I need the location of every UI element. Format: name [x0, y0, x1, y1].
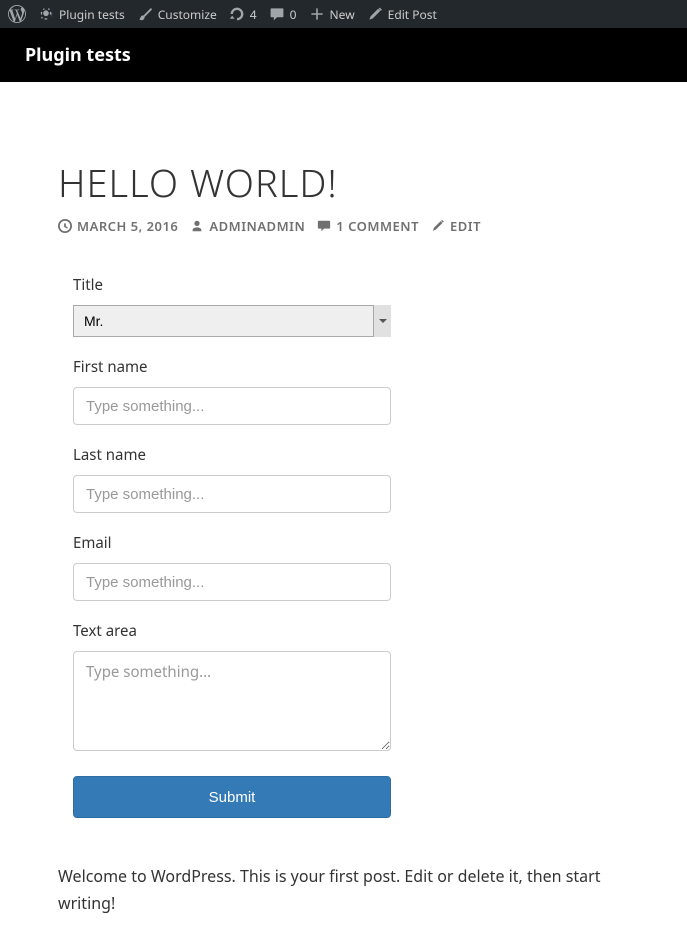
pencil-icon — [367, 6, 383, 22]
brush-icon — [137, 6, 153, 22]
post-date[interactable]: MARCH 5, 2016 — [58, 217, 178, 235]
admin-bar-customize[interactable]: Customize — [137, 6, 217, 23]
admin-bar-edit-post-label: Edit Post — [388, 6, 437, 23]
submit-button[interactable]: Submit — [73, 776, 391, 818]
post-author-text: ADMINADMIN — [209, 217, 305, 235]
admin-bar-site-label: Plugin tests — [59, 6, 125, 23]
post-content: HELLO WORLD! MARCH 5, 2016 ADMINADMIN 1 … — [0, 82, 687, 937]
email-label: Email — [73, 533, 453, 553]
form: Title Mr. First name Last name Email Tex… — [58, 275, 468, 818]
post-title: HELLO WORLD! — [58, 157, 629, 209]
edit-pencil-icon — [431, 219, 445, 233]
email-input[interactable] — [73, 563, 391, 601]
admin-bar-updates-count: 4 — [250, 6, 257, 23]
post-edit-text: EDIT — [450, 217, 481, 235]
post-author[interactable]: ADMINADMIN — [190, 217, 305, 235]
admin-bar-new-label: New — [330, 6, 355, 23]
post-edit-link[interactable]: EDIT — [431, 217, 481, 235]
post-comments-text: 1 COMMENT — [336, 217, 419, 235]
dashboard-icon — [38, 6, 54, 22]
admin-bar-new[interactable]: New — [309, 6, 355, 23]
plus-icon — [309, 6, 325, 22]
update-icon — [229, 6, 245, 22]
site-header: Plugin tests — [0, 28, 687, 82]
wp-logo[interactable] — [8, 5, 26, 23]
title-label: Title — [73, 275, 453, 295]
admin-bar-edit-post[interactable]: Edit Post — [367, 6, 437, 23]
admin-bar-updates[interactable]: 4 — [229, 6, 257, 23]
post-meta: MARCH 5, 2016 ADMINADMIN 1 COMMENT EDIT — [58, 217, 629, 235]
post-date-text: MARCH 5, 2016 — [77, 217, 178, 235]
post-comments-link[interactable]: 1 COMMENT — [317, 217, 419, 235]
clock-icon — [58, 219, 72, 233]
person-icon — [190, 219, 204, 233]
wp-admin-bar: Plugin tests Customize 4 0 New Edit Post — [0, 0, 687, 28]
title-select[interactable]: Mr. — [73, 305, 391, 337]
admin-bar-comments[interactable]: 0 — [269, 6, 297, 23]
last-name-label: Last name — [73, 445, 453, 465]
comment-bubble-icon — [317, 219, 331, 233]
post-body-text: Welcome to WordPress. This is your first… — [58, 863, 629, 917]
admin-bar-comments-count: 0 — [290, 6, 297, 23]
first-name-input[interactable] — [73, 387, 391, 425]
site-title[interactable]: Plugin tests — [25, 43, 131, 67]
admin-bar-customize-label: Customize — [158, 6, 217, 23]
first-name-label: First name — [73, 357, 453, 377]
comment-icon — [269, 6, 285, 22]
textarea-input[interactable] — [73, 651, 391, 751]
textarea-label: Text area — [73, 621, 453, 641]
last-name-input[interactable] — [73, 475, 391, 513]
admin-bar-site-name[interactable]: Plugin tests — [38, 6, 125, 23]
